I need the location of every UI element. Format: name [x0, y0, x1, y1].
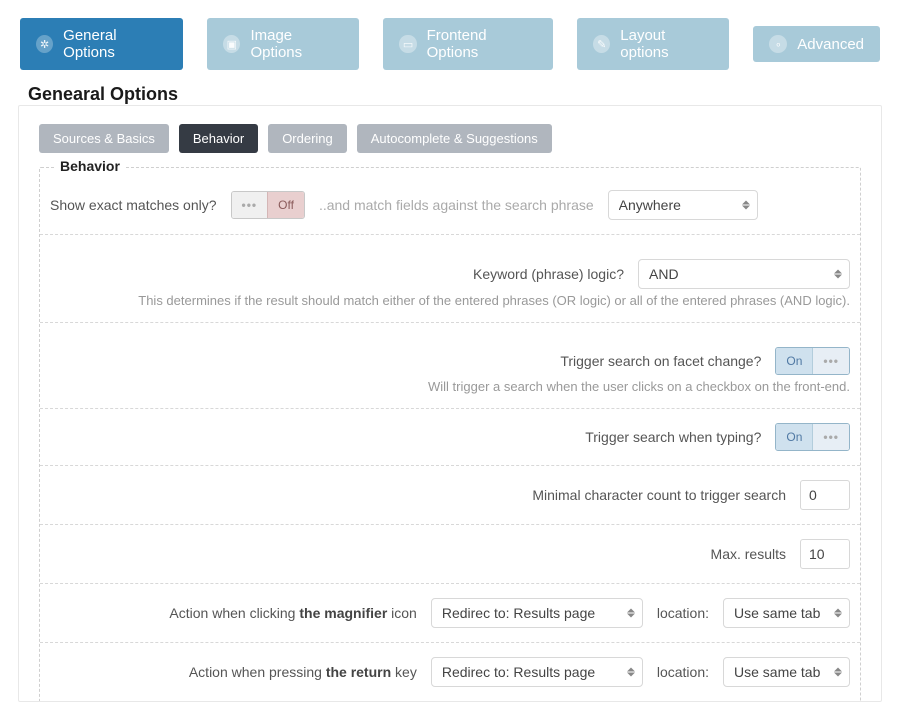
min-chars-label: Minimal character count to trigger searc…: [532, 487, 786, 503]
magnifier-location-label: location:: [657, 605, 709, 621]
magnifier-action-select[interactable]: Redirec to: Results page: [431, 598, 643, 628]
nodes-icon: ∘: [769, 35, 787, 53]
tab-label: Layout options: [620, 27, 713, 61]
subtab-ordering[interactable]: Ordering: [268, 124, 347, 153]
row-min-chars: Minimal character count to trigger searc…: [40, 466, 860, 525]
subtab-sources[interactable]: Sources & Basics: [39, 124, 169, 153]
exact-matches-note: ..and match fields against the search ph…: [319, 197, 594, 213]
window-icon: ▭: [399, 35, 416, 53]
match-position-select[interactable]: Anywhere: [608, 190, 758, 220]
typing-trigger-label: Trigger search when typing?: [585, 429, 761, 445]
return-location-select[interactable]: Use same tab: [723, 657, 850, 687]
subtab-autocomplete[interactable]: Autocomplete & Suggestions: [357, 124, 552, 153]
row-facet-trigger: Trigger search on facet change? On •••: [40, 323, 860, 379]
tab-advanced[interactable]: ∘ Advanced: [753, 26, 880, 62]
return-location-label: location:: [657, 664, 709, 680]
subtabs: Sources & Basics Behavior Ordering Autoc…: [39, 124, 861, 153]
magnifier-location-select[interactable]: Use same tab: [723, 598, 850, 628]
row-exact-matches: Show exact matches only? ••• Off ..and m…: [40, 184, 860, 235]
return-action-select[interactable]: Redirec to: Results page: [431, 657, 643, 687]
facet-trigger-helper: Will trigger a search when the user clic…: [40, 379, 860, 409]
toggle-state: On: [776, 348, 813, 374]
exact-matches-toggle[interactable]: ••• Off: [231, 191, 305, 219]
behavior-fieldset: Behavior Show exact matches only? ••• Of…: [39, 167, 861, 701]
content-panel: Sources & Basics Behavior Ordering Autoc…: [18, 105, 882, 702]
tab-label: Image Options: [250, 27, 343, 61]
gear-icon: ✲: [36, 35, 53, 53]
keyword-logic-label: Keyword (phrase) logic?: [473, 266, 624, 282]
tab-label: Advanced: [797, 36, 864, 53]
max-results-label: Max. results: [711, 546, 786, 562]
toggle-handle-icon: •••: [232, 192, 268, 218]
row-magnifier-action: Action when clicking the magnifier icon …: [40, 584, 860, 643]
tab-general-options[interactable]: ✲ General Options: [20, 18, 183, 70]
pencil-icon: ✎: [593, 35, 610, 53]
keyword-logic-helper: This determines if the result should mat…: [40, 293, 860, 323]
min-chars-input[interactable]: [800, 480, 850, 510]
tab-frontend-options[interactable]: ▭ Frontend Options: [383, 18, 553, 70]
subtab-behavior[interactable]: Behavior: [179, 124, 258, 153]
magnifier-action-label: Action when clicking the magnifier icon: [169, 605, 416, 621]
toggle-handle-icon: •••: [813, 348, 849, 374]
tab-layout-options[interactable]: ✎ Layout options: [577, 18, 729, 70]
row-keyword-logic: Keyword (phrase) logic? AND: [40, 235, 860, 293]
tab-label: Frontend Options: [427, 27, 538, 61]
row-typing-trigger: Trigger search when typing? On •••: [40, 409, 860, 466]
keyword-logic-select[interactable]: AND: [638, 259, 850, 289]
section-title: Genearal Options: [0, 80, 900, 105]
fieldset-legend: Behavior: [54, 158, 126, 174]
typing-trigger-toggle[interactable]: On •••: [775, 423, 850, 451]
exact-matches-label: Show exact matches only?: [50, 197, 217, 213]
return-action-label: Action when pressing the return key: [189, 664, 417, 680]
row-return-action: Action when pressing the return key Redi…: [40, 643, 860, 701]
row-max-results: Max. results: [40, 525, 860, 584]
main-tabs: ✲ General Options ▣ Image Options ▭ Fron…: [0, 0, 900, 80]
tab-image-options[interactable]: ▣ Image Options: [207, 18, 359, 70]
toggle-handle-icon: •••: [813, 424, 849, 450]
tab-label: General Options: [63, 27, 167, 61]
toggle-state: On: [776, 424, 813, 450]
facet-trigger-label: Trigger search on facet change?: [560, 353, 761, 369]
facet-trigger-toggle[interactable]: On •••: [775, 347, 850, 375]
image-icon: ▣: [223, 35, 240, 53]
toggle-state: Off: [267, 192, 304, 218]
max-results-input[interactable]: [800, 539, 850, 569]
